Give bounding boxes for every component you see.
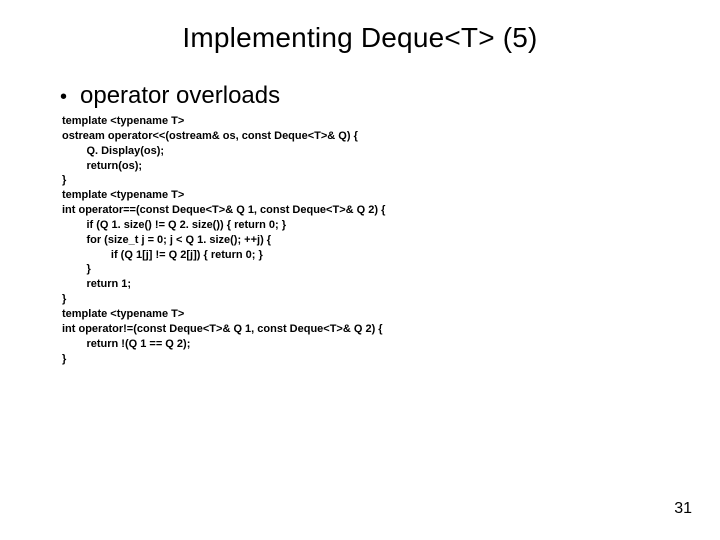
slide-title: Implementing Deque<T> (5) [0, 0, 720, 54]
bullet-item: • operator overloads [60, 82, 660, 110]
bullet-text: operator overloads [80, 82, 280, 110]
slide-body: • operator overloads template <typename … [0, 54, 720, 366]
slide: Implementing Deque<T> (5) • operator ove… [0, 0, 720, 540]
page-number: 31 [674, 500, 692, 518]
code-block: template <typename T> ostream operator<<… [60, 114, 660, 366]
bullet-dot-icon: • [60, 85, 80, 109]
